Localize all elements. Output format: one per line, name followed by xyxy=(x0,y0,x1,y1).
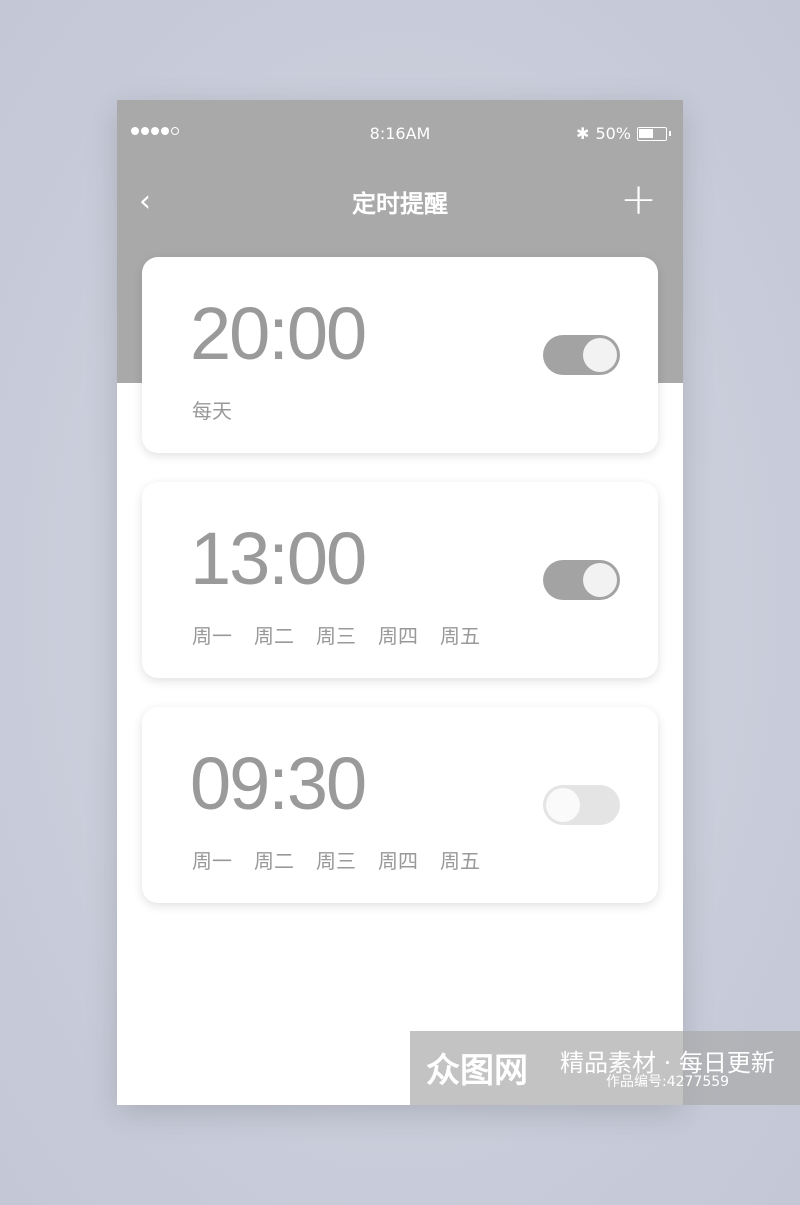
alarm-day: 周三 xyxy=(316,624,356,648)
alarm-card[interactable]: 20:00 每天 xyxy=(142,257,658,453)
watermark-logo: 众图网 xyxy=(426,1051,528,1091)
watermark: 众图网 精品素材 · 每日更新 作品编号:4277559 xyxy=(410,1031,800,1105)
alarm-day: 周二 xyxy=(254,849,294,873)
alarm-days: 周一 周二 周三 周四 周五 xyxy=(192,845,480,874)
alarm-day: 周一 xyxy=(192,849,232,873)
alarm-card[interactable]: 13:00 周一 周二 周三 周四 周五 xyxy=(142,482,658,678)
alarm-card[interactable]: 09:30 周一 周二 周三 周四 周五 xyxy=(142,707,658,903)
alarm-day: 周四 xyxy=(378,849,418,873)
alarm-toggle[interactable] xyxy=(543,785,620,825)
alarm-day: 周四 xyxy=(378,624,418,648)
alarm-day: 每天 xyxy=(192,399,232,423)
toggle-knob xyxy=(583,338,617,372)
alarm-time: 09:30 xyxy=(190,742,367,825)
alarm-toggle[interactable] xyxy=(543,560,620,600)
alarm-toggle[interactable] xyxy=(543,335,620,375)
alarm-day: 周五 xyxy=(440,624,480,648)
battery-icon xyxy=(637,126,671,141)
alarm-days: 每天 xyxy=(192,395,232,424)
toggle-knob xyxy=(583,563,617,597)
alarm-time: 20:00 xyxy=(190,292,367,375)
alarm-day: 周一 xyxy=(192,624,232,648)
nav-bar: ‹ 定时提醒 + xyxy=(117,174,683,225)
battery-percent: 50% xyxy=(595,124,631,143)
bluetooth-icon: ✱ xyxy=(576,124,590,143)
watermark-id: 作品编号:4277559 xyxy=(606,1074,730,1090)
toggle-knob xyxy=(546,788,580,822)
alarm-day: 周三 xyxy=(316,849,356,873)
status-bar: 8:16AM ✱ 50% xyxy=(117,122,683,146)
alarm-day: 周二 xyxy=(254,624,294,648)
add-icon[interactable]: + xyxy=(620,174,657,225)
page-title: 定时提醒 xyxy=(352,190,448,218)
alarm-time: 13:00 xyxy=(190,517,367,600)
alarm-day: 周五 xyxy=(440,849,480,873)
alarm-days: 周一 周二 周三 周四 周五 xyxy=(192,620,480,649)
phone-screen: 8:16AM ✱ 50% ‹ 定时提醒 + 20:00 每天 13:00 周一周… xyxy=(117,100,683,1105)
